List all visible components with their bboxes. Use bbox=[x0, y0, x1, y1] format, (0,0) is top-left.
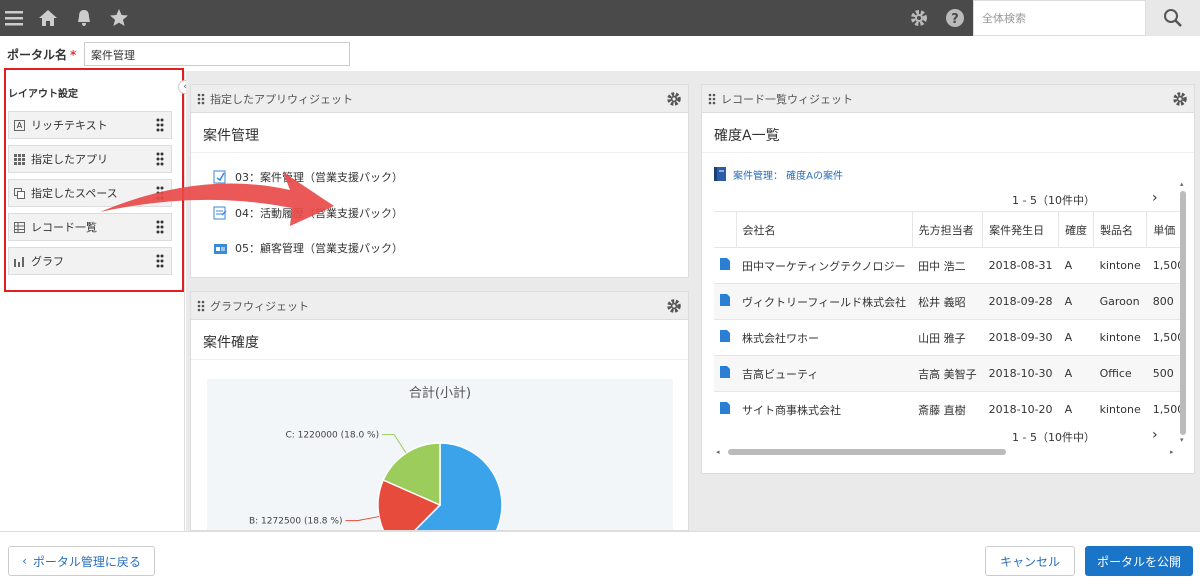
back-to-portal-management-button[interactable]: ‹ ポータル管理に戻る bbox=[8, 546, 155, 576]
chevron-left-icon: ‹ bbox=[22, 554, 27, 568]
back-button-label: ポータル管理に戻る bbox=[32, 554, 141, 569]
publish-portal-button[interactable]: ポータルを公開 bbox=[1085, 546, 1193, 576]
drag-arrow-annotation bbox=[100, 172, 334, 226]
footer-bar: ‹ ポータル管理に戻る キャンセル ポータルを公開 bbox=[0, 531, 1200, 586]
cancel-button[interactable]: キャンセル bbox=[985, 546, 1075, 576]
